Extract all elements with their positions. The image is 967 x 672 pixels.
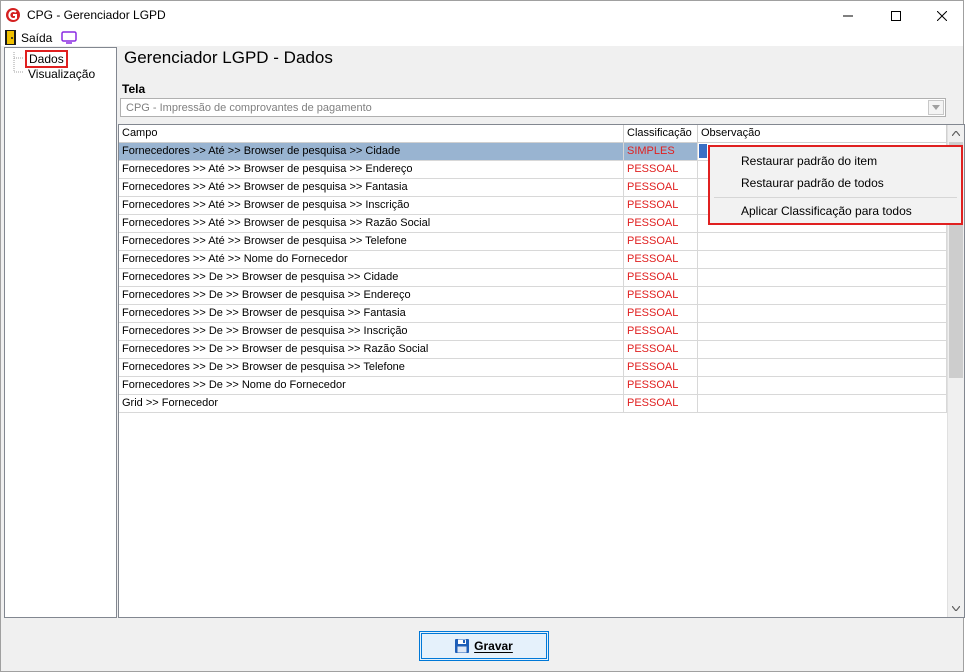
maximize-icon [891,10,901,21]
column-header-observacao[interactable]: Observação [698,125,947,143]
save-button-label: Gravar [474,639,513,653]
table-row[interactable]: Grid >> Fornecedor PESSOAL [119,395,947,413]
cell-observacao[interactable] [698,323,947,340]
main-window: CPG - Gerenciador LGPD Saída Dados Visua… [0,0,965,672]
maximize-button[interactable] [873,1,919,30]
scroll-down-button[interactable] [948,600,964,617]
scroll-up-button[interactable] [948,125,964,142]
context-menu: Restaurar padrão do item Restaurar padrã… [708,145,963,225]
cell-classificacao[interactable]: PESSOAL [624,377,698,394]
menu-bar: Saída [1,30,963,46]
cell-campo[interactable]: Fornecedores >> Até >> Browser de pesqui… [119,215,624,232]
dropdown-arrow-icon [932,105,940,110]
cell-campo[interactable]: Fornecedores >> De >> Browser de pesquis… [119,341,624,358]
table-row[interactable]: Fornecedores >> De >> Browser de pesquis… [119,287,947,305]
cell-campo[interactable]: Fornecedores >> De >> Browser de pesquis… [119,269,624,286]
table-row[interactable]: Fornecedores >> Até >> Nome do Fornecedo… [119,251,947,269]
tree-item-dados[interactable]: Dados [25,50,68,68]
page-title: Gerenciador LGPD - Dados [124,48,333,67]
cell-campo[interactable]: Grid >> Fornecedor [119,395,624,412]
context-item-restore-item[interactable]: Restaurar padrão do item [741,154,877,168]
cell-classificacao[interactable]: PESSOAL [624,359,698,376]
cell-observacao[interactable] [698,377,947,394]
cell-campo[interactable]: Fornecedores >> Até >> Browser de pesqui… [119,197,624,214]
cell-classificacao[interactable]: PESSOAL [624,395,698,412]
table-row[interactable]: Fornecedores >> De >> Browser de pesquis… [119,359,947,377]
column-header-classificacao[interactable]: Classificação [624,125,698,143]
save-button[interactable]: Gravar [419,631,549,661]
tela-dropdown-button[interactable] [928,100,944,115]
exit-menu-item[interactable]: Saída [21,31,52,45]
tela-select[interactable]: CPG - Impressão de comprovantes de pagam… [120,98,946,117]
cell-classificacao[interactable]: PESSOAL [624,251,698,268]
cell-classificacao[interactable]: SIMPLES [624,143,698,160]
tree-item-visualizacao[interactable]: Visualização [25,67,98,81]
context-item-restore-all[interactable]: Restaurar padrão de todos [741,176,884,190]
cell-campo[interactable]: Fornecedores >> Até >> Nome do Fornecedo… [119,251,624,268]
monitor-icon[interactable] [61,31,78,44]
table-row[interactable]: Fornecedores >> De >> Browser de pesquis… [119,269,947,287]
tela-select-value: CPG - Impressão de comprovantes de pagam… [126,102,372,114]
cell-campo[interactable]: Fornecedores >> Até >> Browser de pesqui… [119,161,624,178]
cell-campo[interactable]: Fornecedores >> De >> Browser de pesquis… [119,305,624,322]
navigation-tree: Dados Visualização [4,47,117,618]
tree-connector-lines [13,52,24,73]
cell-classificacao[interactable]: PESSOAL [624,341,698,358]
cell-classificacao[interactable]: PESSOAL [624,269,698,286]
scroll-up-icon [952,131,960,136]
cell-classificacao[interactable]: PESSOAL [624,287,698,304]
cell-classificacao[interactable]: PESSOAL [624,179,698,196]
title-bar: CPG - Gerenciador LGPD [1,1,963,30]
scroll-down-icon [952,606,960,611]
cell-classificacao[interactable]: PESSOAL [624,161,698,178]
minimize-icon [843,15,853,16]
table-row[interactable]: Fornecedores >> De >> Browser de pesquis… [119,323,947,341]
cell-observacao[interactable] [698,341,947,358]
tela-label: Tela [122,82,146,96]
cell-campo[interactable]: Fornecedores >> De >> Nome do Fornecedor [119,377,624,394]
app-logo-icon [6,8,20,22]
context-item-apply-all[interactable]: Aplicar Classificação para todos [741,204,912,218]
cell-classificacao[interactable]: PESSOAL [624,215,698,232]
cell-observacao[interactable] [698,305,947,322]
table-row[interactable]: Fornecedores >> De >> Browser de pesquis… [119,341,947,359]
cell-campo[interactable]: Fornecedores >> De >> Browser de pesquis… [119,287,624,304]
cell-campo[interactable]: Fornecedores >> Até >> Browser de pesqui… [119,233,624,250]
table-row[interactable]: Fornecedores >> De >> Browser de pesquis… [119,305,947,323]
floppy-disk-icon [455,639,470,653]
cell-classificacao[interactable]: PESSOAL [624,233,698,250]
cell-observacao[interactable] [698,233,947,250]
cell-campo[interactable]: Fornecedores >> Até >> Browser de pesqui… [119,179,624,196]
column-header-campo[interactable]: Campo [119,125,624,143]
cell-observacao[interactable] [698,269,947,286]
close-button[interactable] [919,1,965,30]
cell-observacao[interactable] [698,395,947,412]
cell-observacao[interactable] [698,251,947,268]
grid-header: Campo Classificação Observação [119,125,947,143]
cell-classificacao[interactable]: PESSOAL [624,323,698,340]
exit-door-icon[interactable] [5,30,16,45]
context-separator [714,197,957,198]
cell-campo[interactable]: Fornecedores >> De >> Browser de pesquis… [119,323,624,340]
cell-campo[interactable]: Fornecedores >> Até >> Browser de pesqui… [119,143,624,160]
minimize-button[interactable] [825,1,871,30]
cell-campo[interactable]: Fornecedores >> De >> Browser de pesquis… [119,359,624,376]
cell-observacao[interactable] [698,287,947,304]
table-row[interactable]: Fornecedores >> Até >> Browser de pesqui… [119,233,947,251]
cell-classificacao[interactable]: PESSOAL [624,305,698,322]
cell-classificacao[interactable]: PESSOAL [624,197,698,214]
window-title: CPG - Gerenciador LGPD [27,8,166,22]
close-icon [937,10,947,21]
table-row[interactable]: Fornecedores >> De >> Nome do Fornecedor… [119,377,947,395]
cell-observacao[interactable] [698,359,947,376]
